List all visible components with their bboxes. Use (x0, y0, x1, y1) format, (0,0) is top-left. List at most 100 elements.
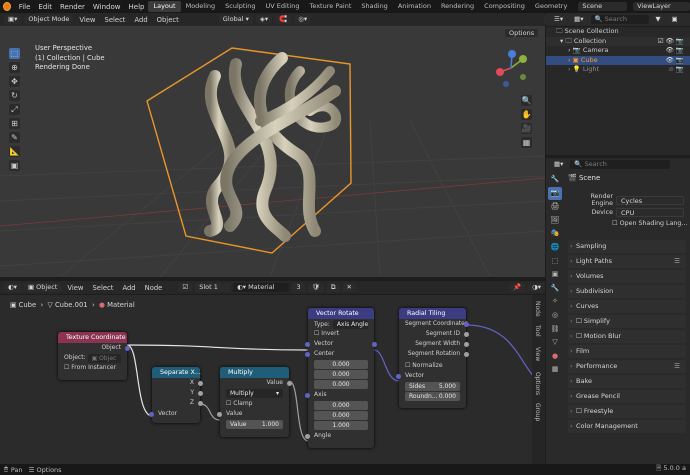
panel-simplify[interactable]: ☐ Simplify (568, 315, 686, 328)
performance-presets-icon[interactable]: ☰ (674, 360, 680, 373)
outliner-collection[interactable]: ▾ 🗀 Collection ☑ 👁 📷 (546, 36, 690, 47)
socket-multiply-in[interactable] (217, 411, 222, 417)
view-layer-tab-icon[interactable]: 🖼 (548, 214, 562, 228)
texcoord-object-input[interactable]: ▣ Objec (87, 353, 121, 363)
panel-performance[interactable]: Performance ☰ (568, 360, 686, 373)
socket-vrotate-vector[interactable] (305, 341, 310, 347)
annotate-icon[interactable]: ✎ (9, 132, 20, 143)
vrotate-axis-y[interactable]: 0.000 (314, 411, 368, 420)
socket-vrotate-out[interactable] (372, 341, 377, 347)
socket-vrotate-angle[interactable] (305, 433, 310, 439)
tab-compositing[interactable]: Compositing (479, 1, 530, 12)
panel-subdivision[interactable]: Subdivision (568, 285, 686, 298)
mode-selector[interactable]: Object Mode (24, 15, 74, 24)
menu-render[interactable]: Render (56, 3, 89, 11)
editor-type-button[interactable]: ▣▾ (4, 15, 22, 24)
tab-sculpting[interactable]: Sculpting (220, 1, 260, 12)
tab-animation[interactable]: Animation (393, 1, 436, 12)
outliner-light[interactable]: › 💡 Light ⊘ 📷 (546, 65, 690, 75)
3d-viewport[interactable]: User Perspective (1) Collection | Cube R… (0, 26, 545, 277)
tab-texture-paint[interactable]: Texture Paint (304, 1, 356, 12)
visibility-eye-icon[interactable]: ☑ 👁 📷 (658, 37, 684, 47)
node-overlay-icon[interactable]: ◑▾ (528, 283, 545, 292)
texcoord-from-instancer[interactable]: ☐ From Instancer (58, 363, 127, 373)
socket-radial-vector[interactable] (396, 373, 401, 379)
multiply-value-field[interactable]: Value 1.000 (226, 420, 283, 429)
panel-motion-blur[interactable]: ☐ Motion Blur (568, 330, 686, 343)
multiply-operation-dropdown[interactable]: Multiply ▾ (226, 389, 283, 398)
device-dropdown[interactable]: CPU (616, 207, 684, 217)
scene-selector[interactable]: Scene (578, 2, 628, 11)
fake-user-icon[interactable]: 🛡 (307, 283, 324, 292)
viewport-menu-object[interactable]: Object (154, 16, 182, 24)
outliner-camera[interactable]: › 📷 Camera 👁 📷 (546, 46, 690, 56)
node-vector-rotate[interactable]: Vector Rotate Type: Axis Angle ☐ Invert V… (305, 308, 377, 448)
radial-normalize-checkbox[interactable]: ☐ Normalize (399, 361, 466, 371)
socket-radial-out3[interactable] (464, 341, 469, 347)
socket-multiply-out[interactable] (287, 380, 292, 386)
outliner-display-mode[interactable]: ▦▾ (570, 15, 588, 24)
orientation-selector[interactable]: Global ▾ (218, 15, 253, 24)
hand-pan-icon[interactable]: ✋ (521, 109, 532, 120)
rotate-icon[interactable]: ↻ (9, 90, 20, 101)
select-box-icon[interactable]: ⬚ (9, 48, 20, 59)
output-tab-icon[interactable]: 🖨 (548, 200, 562, 214)
zoom-icon[interactable]: 🔍 (521, 95, 532, 106)
viewport-menu-add[interactable]: Add (131, 16, 150, 24)
menu-window[interactable]: Window (89, 3, 125, 11)
render-engine-dropdown[interactable]: Cycles (616, 195, 684, 205)
outliner-new-collection-icon[interactable]: ▣ (667, 15, 682, 24)
socket-radial-out2[interactable] (464, 331, 469, 337)
panel-color-management[interactable]: Color Management (568, 420, 686, 433)
panel-freestyle[interactable]: ☐ Freestyle (568, 405, 686, 418)
node-multiply[interactable]: Multiply Value Multiply ▾ ☐ Clamp Value … (217, 367, 292, 437)
pivot-button[interactable]: ◈▾ (255, 15, 273, 24)
outliner-cube[interactable]: › ▣ Cube 👁 📷 (546, 55, 690, 65)
properties-search-field[interactable]: 🔍 Search (570, 160, 671, 169)
node-menu-add[interactable]: Add (119, 284, 138, 292)
outliner-search-field[interactable]: 🔍 Search (590, 15, 649, 24)
vrotate-invert-checkbox[interactable]: ☐ Invert (308, 329, 374, 339)
use-nodes-toggle[interactable]: ☑ (178, 283, 193, 292)
node-radial-tiling[interactable]: Radial Tiling Segment Coordinates Segmen… (396, 308, 469, 408)
node-menu-node[interactable]: Node (142, 284, 166, 292)
radial-roundness-field[interactable]: Roundn... 0.000 (405, 392, 460, 401)
socket-vrotate-axis[interactable] (305, 392, 310, 398)
tab-rendering[interactable]: Rendering (436, 1, 479, 12)
light-eye-icon[interactable]: ⊘ 📷 (668, 65, 684, 75)
node-vrotate-header[interactable]: Vector Rotate (308, 308, 374, 319)
node-editor[interactable]: ▣ Cube › ▽ Cube.001 › ● Material Texture… (0, 295, 545, 464)
socket-separate-x[interactable] (198, 380, 203, 386)
viewport-menu-view[interactable]: View (76, 16, 98, 24)
blender-logo-icon[interactable] (3, 2, 11, 11)
node-editor-type[interactable]: ◐▾ (4, 283, 21, 292)
node-menu-select[interactable]: Select (89, 284, 116, 292)
vrotate-center-z[interactable]: 0.000 (314, 380, 368, 389)
node-menu-view[interactable]: View (64, 284, 86, 292)
socket-vrotate-center[interactable] (305, 351, 310, 357)
vrotate-axis-z[interactable]: 1.000 (314, 421, 368, 430)
camera-eye-icon[interactable]: 👁 📷 (666, 46, 684, 56)
measure-icon[interactable]: 📐 (9, 146, 20, 157)
tab-modeling[interactable]: Modeling (181, 1, 221, 12)
material-selector[interactable]: ◐▾ Material (233, 283, 290, 292)
duplicate-material-icon[interactable]: ⧉ (326, 283, 340, 292)
node-radial-header[interactable]: Radial Tiling (399, 308, 466, 319)
tool-tab-icon[interactable]: 🔧 (548, 173, 562, 187)
properties-editor-type[interactable]: ▦▾ (550, 160, 568, 169)
socket-separate-y[interactable] (198, 390, 203, 396)
vrotate-center-y[interactable]: 0.000 (314, 370, 368, 379)
material-users-count[interactable]: 3 (292, 283, 305, 292)
shader-type-selector[interactable]: ▣ Object (23, 283, 62, 292)
panel-curves[interactable]: Curves (568, 300, 686, 313)
transform-icon[interactable]: ⊞ (9, 118, 20, 129)
scale-icon[interactable]: ⤢ (9, 104, 20, 115)
outliner-editor-type[interactable]: ☰▾ (550, 15, 568, 24)
presets-icon[interactable]: ☰ (674, 255, 680, 268)
viewport-menu-select[interactable]: Select (102, 16, 129, 24)
panel-sampling[interactable]: Sampling (568, 240, 686, 253)
unlink-material-icon[interactable]: ✕ (342, 283, 356, 292)
panel-light-paths[interactable]: Light Paths ☰ (568, 255, 686, 268)
snap-button[interactable]: 🧲 (275, 15, 292, 24)
panel-grease-pencil[interactable]: Grease Pencil (568, 390, 686, 403)
